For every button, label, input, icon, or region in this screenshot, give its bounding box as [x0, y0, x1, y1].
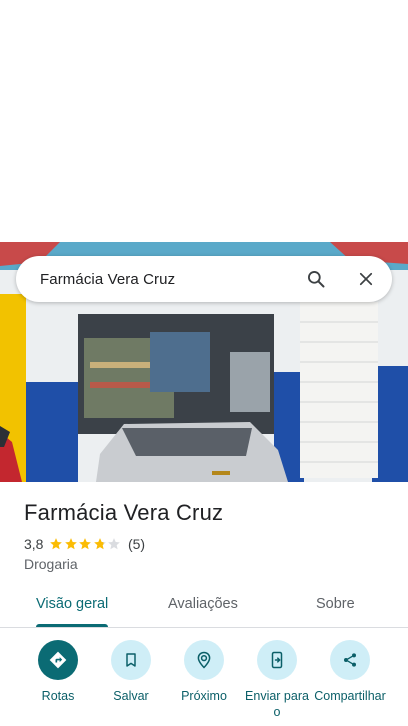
nearby-icon	[184, 640, 224, 680]
place-category[interactable]: Drogaria	[24, 556, 78, 572]
star-icon	[65, 538, 77, 550]
directions-icon	[38, 640, 78, 680]
action-row: Rotas Salvar Próximo Enviar para o Compa…	[0, 640, 408, 726]
rating-row[interactable]: 3,8 (5)	[24, 536, 145, 552]
action-label: Enviar para o	[245, 689, 309, 719]
search-icon[interactable]	[298, 261, 334, 297]
review-count: (5)	[127, 536, 146, 552]
rating-stars	[49, 537, 122, 551]
action-label: Salvar	[113, 689, 149, 703]
save-button[interactable]: Salvar	[91, 640, 171, 704]
directions-button[interactable]: Rotas	[18, 640, 98, 704]
share-icon	[330, 640, 370, 680]
map-area[interactable]	[0, 0, 408, 242]
share-button[interactable]: Compartilhar	[310, 640, 390, 704]
action-label: Próximo	[181, 689, 227, 703]
action-label: Compartilhar	[314, 689, 386, 703]
nearby-button[interactable]: Próximo	[164, 640, 244, 704]
close-icon[interactable]	[348, 261, 384, 297]
place-title: Farmácia Vera Cruz	[24, 500, 224, 525]
rating-value: 3,8	[24, 536, 44, 552]
tab-reviews[interactable]: Avaliações	[168, 596, 238, 612]
tab-overview[interactable]: Visão geral	[36, 596, 108, 612]
action-label: Rotas	[41, 689, 75, 703]
search-bar[interactable]: Farmácia Vera Cruz	[16, 256, 392, 302]
active-tab-indicator	[36, 624, 108, 627]
star-icon	[50, 538, 63, 550]
tab-about[interactable]: Sobre	[316, 596, 355, 612]
place-sheet: Farmácia Vera Cruz Farmácia Vera Cruz 3,…	[0, 0, 408, 726]
bookmark-icon	[111, 640, 151, 680]
star-icon	[108, 538, 121, 550]
send-to-phone-icon	[257, 640, 297, 680]
search-input[interactable]: Farmácia Vera Cruz	[40, 271, 298, 288]
send-to-phone-button[interactable]: Enviar para o	[237, 640, 317, 720]
tab-bar: Visão geral Avaliações Sobre	[0, 584, 408, 628]
star-icon	[79, 538, 92, 550]
star-icon	[94, 538, 106, 550]
